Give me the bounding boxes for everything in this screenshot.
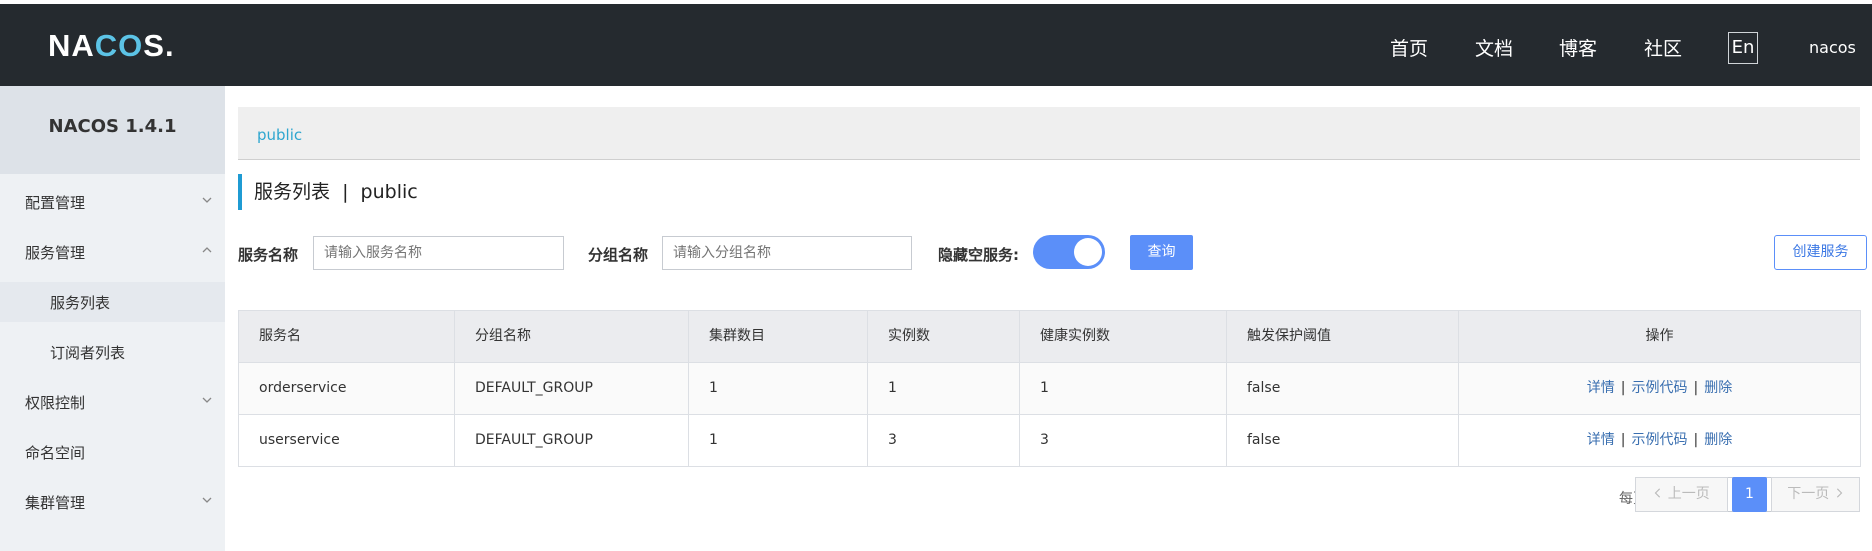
column-header-actions: 操作: [1645, 328, 1674, 344]
column-header-instance-count: 实例数: [868, 311, 1020, 362]
table-row: orderservice DEFAULT_GROUP 1 1 1 false 详…: [239, 363, 1860, 415]
sidebar-item-label: 配置管理: [25, 194, 86, 212]
next-page-button[interactable]: 下一页: [1771, 477, 1860, 512]
user-name[interactable]: nacos: [1809, 38, 1856, 57]
sidebar-item-namespace[interactable]: 命名空间: [0, 432, 225, 472]
service-table: 服务名 分组名称 集群数目 实例数 健康实例数 触发保护阈值 操作 orders…: [238, 310, 1861, 467]
column-header-group-name: 分组名称: [455, 311, 689, 362]
prev-page-button[interactable]: 上一页: [1635, 477, 1728, 512]
sidebar-item-service-list[interactable]: 服务列表: [0, 282, 225, 322]
cell-service-name: orderservice: [239, 363, 455, 414]
group-name-label: 分组名称: [588, 246, 649, 264]
cell-service-name: userservice: [239, 415, 455, 466]
cell-protect-threshold: false: [1227, 363, 1459, 414]
sidebar-item-label: 权限控制: [25, 394, 86, 412]
chevron-down-icon: [202, 397, 212, 403]
create-service-button[interactable]: 创建服务: [1774, 235, 1867, 270]
language-switch-button[interactable]: En: [1728, 32, 1758, 64]
sidebar-item-cluster-management[interactable]: 集群管理: [0, 482, 225, 522]
cell-healthy-instance-count: 3: [1020, 415, 1227, 466]
service-name-label: 服务名称: [238, 246, 299, 264]
sample-code-link[interactable]: 示例代码: [1632, 432, 1688, 448]
action-separator: |: [1620, 380, 1626, 396]
detail-link[interactable]: 详情: [1587, 432, 1615, 448]
sidebar-item-label: 命名空间: [25, 444, 86, 462]
page-title: 服务列表 | public: [238, 174, 418, 210]
sidebar-header: NACOS 1.4.1: [0, 86, 225, 174]
sidebar-item-service-management[interactable]: 服务管理: [0, 232, 225, 272]
main-content: public 服务列表 | public 服务名称 分组名称 隐藏空服务: 查询…: [225, 86, 1872, 551]
cell-actions: 详情 | 示例代码 | 删除: [1459, 363, 1860, 414]
prev-page-label: 上一页: [1667, 486, 1710, 502]
service-name-input[interactable]: [313, 236, 564, 270]
next-page-label: 下一页: [1787, 486, 1830, 502]
sidebar-item-config-management[interactable]: 配置管理: [0, 182, 225, 222]
sidebar-item-label: 订阅者列表: [50, 344, 126, 362]
cell-cluster-count: 1: [689, 415, 868, 466]
page-number-current[interactable]: 1: [1732, 477, 1767, 512]
column-header-protect-threshold: 触发保护阈值: [1227, 311, 1459, 362]
cell-group-name: DEFAULT_GROUP: [455, 415, 689, 466]
sample-code-link[interactable]: 示例代码: [1632, 380, 1688, 396]
sidebar-item-access-control[interactable]: 权限控制: [0, 382, 225, 422]
column-header-healthy-instance-count: 健康实例数: [1020, 311, 1227, 362]
query-button[interactable]: 查询: [1130, 235, 1193, 270]
toggle-knob: [1074, 238, 1102, 266]
delete-link[interactable]: 删除: [1704, 432, 1732, 448]
sidebar-item-label: 服务列表: [50, 294, 111, 312]
namespace-bar: public: [238, 107, 1860, 160]
column-header-service-name: 服务名: [239, 311, 455, 362]
table-row: userservice DEFAULT_GROUP 1 3 3 false 详情…: [239, 415, 1860, 466]
cell-instance-count: 3: [868, 415, 1020, 466]
cell-protect-threshold: false: [1227, 415, 1459, 466]
nav-blog-link[interactable]: 博客: [1559, 34, 1597, 61]
chevron-up-icon: [202, 247, 212, 253]
namespace-tab-public[interactable]: public: [257, 126, 302, 144]
delete-link[interactable]: 删除: [1704, 380, 1732, 396]
cell-cluster-count: 1: [689, 363, 868, 414]
detail-link[interactable]: 详情: [1587, 380, 1615, 396]
nacos-logo[interactable]: NACOS.: [48, 28, 175, 64]
sidebar-item-label: 集群管理: [25, 494, 86, 512]
sidebar: NACOS 1.4.1 配置管理 服务管理 服务列表 订阅者列表 权限控制 命名…: [0, 86, 225, 551]
hide-empty-services-label: 隐藏空服务:: [938, 246, 1019, 264]
cell-actions: 详情 | 示例代码 | 删除: [1459, 415, 1860, 466]
chevron-down-icon: [202, 197, 212, 203]
cell-instance-count: 1: [868, 363, 1020, 414]
hide-empty-services-toggle[interactable]: [1033, 235, 1105, 269]
nav-docs-link[interactable]: 文档: [1475, 34, 1513, 61]
action-separator: |: [1693, 432, 1699, 448]
nav-home-link[interactable]: 首页: [1390, 34, 1428, 61]
action-separator: |: [1620, 432, 1626, 448]
sidebar-item-subscriber-list[interactable]: 订阅者列表: [0, 332, 225, 372]
group-name-input[interactable]: [662, 236, 912, 270]
column-header-cluster-count: 集群数目: [689, 311, 868, 362]
cell-healthy-instance-count: 1: [1020, 363, 1227, 414]
chevron-down-icon: [202, 497, 212, 503]
chevron-left-icon: [1654, 488, 1661, 498]
top-navbar: NACOS. 首页 文档 博客 社区 En nacos: [0, 4, 1872, 86]
nav-community-link[interactable]: 社区: [1644, 34, 1682, 61]
sidebar-item-label: 服务管理: [25, 244, 86, 262]
table-header-row: 服务名 分组名称 集群数目 实例数 健康实例数 触发保护阈值 操作: [239, 311, 1860, 363]
action-separator: |: [1693, 380, 1699, 396]
cell-group-name: DEFAULT_GROUP: [455, 363, 689, 414]
product-version-title: NACOS 1.4.1: [48, 116, 177, 137]
chevron-right-icon: [1836, 488, 1843, 498]
